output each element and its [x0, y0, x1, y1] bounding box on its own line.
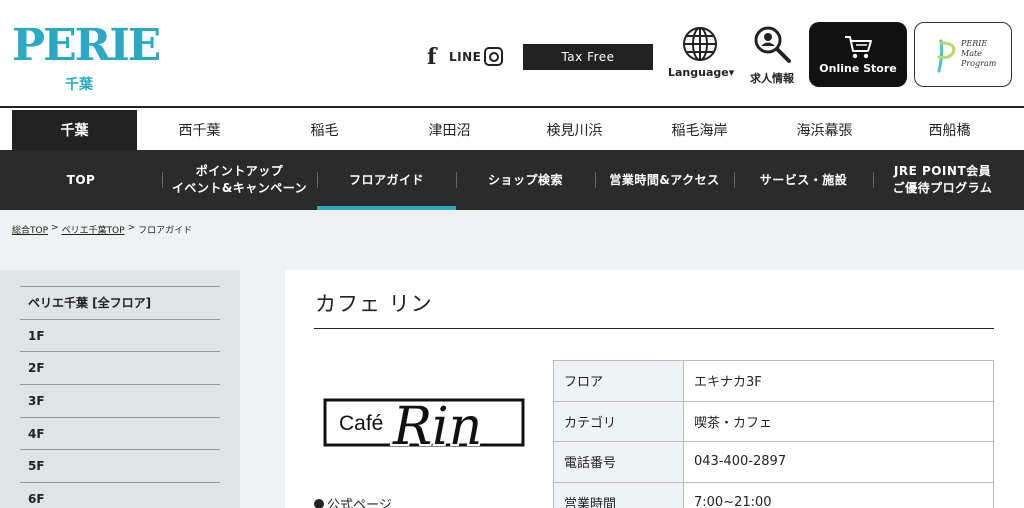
online-store-label: Online Store: [819, 62, 897, 75]
jobs-link[interactable]: 求人情報: [744, 24, 800, 88]
sidebar-item-all-floors[interactable]: ペリエ千葉 [全フロア]: [20, 286, 220, 319]
nav-services[interactable]: サービス・施設: [734, 150, 873, 210]
mate-logo-icon: [937, 39, 956, 73]
shop-logo-cafe: Café: [339, 412, 383, 435]
tab-nishi-chiba[interactable]: 西千葉: [137, 110, 262, 150]
page-title: カフェ リン: [315, 292, 433, 316]
table-row: カテゴリ 喫茶・カフェ: [553, 400, 994, 442]
cart-icon: [845, 36, 872, 59]
nav-jre-point-label: JRE POINT会員 ご優待プログラム: [892, 164, 993, 195]
floor-list: ペリエ千葉 [全フロア] 1F 2F 3F 4F 5F 6F: [20, 286, 220, 508]
language-selector[interactable]: Language▾: [668, 26, 735, 86]
floor-label: フロア: [553, 360, 684, 402]
nav-hours-access-label: 営業時間&アクセス: [609, 172, 720, 187]
table-row: 電話番号 043-400-2897: [553, 441, 994, 483]
mate-program-label: PERIE Mate Program: [961, 39, 997, 68]
floor-sidebar: ペリエ千葉 [全フロア] 1F 2F 3F 4F 5F 6F: [0, 270, 240, 508]
shop-logo-rin: Rin: [392, 397, 482, 457]
official-page-link[interactable]: 公式ページ: [314, 494, 392, 508]
shop-info-table: フロア エキナカ3F カテゴリ 喫茶・カフェ 電話番号 043-400-2897…: [553, 360, 994, 508]
title-divider: [314, 328, 994, 329]
breadcrumb: 総合TOP > ペリエ千葉TOP > フロアガイド: [12, 223, 192, 236]
mate-program-button[interactable]: PERIE Mate Program: [914, 22, 1012, 87]
sidebar-item-2f[interactable]: 2F: [20, 351, 220, 384]
floor-value: エキナカ3F: [683, 360, 994, 402]
hours-value: 7:00~21:00: [683, 481, 994, 508]
tab-inage-kaigan[interactable]: 稲毛海岸: [637, 110, 762, 150]
nav-services-label: サービス・施設: [759, 172, 848, 187]
nav-floor-guide-label: フロアガイド: [348, 172, 424, 187]
language-label: Language▾: [668, 66, 735, 79]
sidebar-item-6f[interactable]: 6F: [20, 482, 220, 508]
logo-text: PERIE: [12, 20, 161, 71]
sidebar-item-1f[interactable]: 1F: [20, 318, 220, 352]
site-header: PERIE 千葉 f LINE Tax Free Language▾ 求人情報: [0, 0, 1024, 108]
breadcrumb-separator: >: [51, 223, 59, 233]
category-label: カテゴリ: [553, 400, 684, 442]
sidebar-item-3f[interactable]: 3F: [20, 384, 220, 417]
nav-hours-access[interactable]: 営業時間&アクセス: [595, 150, 734, 210]
tax-free-button[interactable]: Tax Free: [523, 44, 653, 70]
phone-value: 043-400-2897: [683, 441, 994, 483]
shop-detail: カフェ リン Café Rin 公式ページ フロア エキナカ3F カテゴリ 喫茶…: [285, 270, 1024, 508]
table-row: フロア エキナカ3F: [553, 360, 994, 402]
nav-top[interactable]: TOP: [0, 150, 162, 210]
jobs-label: 求人情報: [750, 72, 794, 85]
instagram-icon[interactable]: [484, 47, 503, 66]
line-link[interactable]: LINE: [449, 50, 481, 64]
breadcrumb-perie-chiba[interactable]: ペリエ千葉TOP: [62, 223, 125, 236]
facebook-icon[interactable]: f: [427, 46, 436, 68]
nav-jre-point[interactable]: JRE POINT会員 ご優待プログラム: [873, 150, 1012, 210]
nav-floor-guide[interactable]: フロアガイド: [317, 150, 456, 210]
official-page-label: 公式ページ: [327, 498, 392, 508]
phone-label: 電話番号: [553, 441, 684, 483]
table-row: 営業時間 7:00~21:00: [553, 481, 994, 508]
category-value: 喫茶・カフェ: [683, 400, 994, 442]
breadcrumb-separator: >: [127, 223, 136, 233]
hours-label: 営業時間: [553, 481, 684, 508]
main-nav: TOP ポイントアップ イベント&キャンペーン フロアガイド ショップ検索 営業…: [0, 150, 1024, 210]
tab-chiba[interactable]: 千葉: [12, 110, 137, 150]
bullet-icon: [314, 498, 324, 508]
nav-events-label: ポイントアップ イベント&キャンペーン: [171, 164, 308, 195]
breadcrumb-home[interactable]: 総合TOP: [12, 223, 48, 236]
shop-logo: Café Rin: [323, 395, 525, 459]
sidebar-item-5f[interactable]: 5F: [20, 449, 220, 482]
nav-shop-search[interactable]: ショップ検索: [456, 150, 595, 210]
nav-events[interactable]: ポイントアップ イベント&キャンペーン: [162, 150, 317, 210]
sidebar-item-4f[interactable]: 4F: [20, 416, 220, 450]
logo-location: 千葉: [65, 77, 93, 93]
tab-inage[interactable]: 稲毛: [262, 110, 387, 150]
tab-kemigawahama[interactable]: 検見川浜: [512, 110, 637, 150]
tab-kaihin-makuhari[interactable]: 海浜幕張: [762, 110, 887, 150]
perie-chiba-logo[interactable]: PERIE 千葉: [10, 20, 161, 93]
globe-icon: [683, 27, 717, 61]
nav-top-label: TOP: [66, 172, 96, 187]
search-icon: [754, 26, 791, 63]
tab-tsudanuma[interactable]: 津田沼: [387, 110, 512, 150]
breadcrumb-current: フロアガイド: [138, 226, 193, 236]
nav-shop-search-label: ショップ検索: [487, 172, 563, 187]
location-tabs: 千葉 西千葉 稲毛 津田沼 検見川浜 稲毛海岸 海浜幕張 西船橋: [12, 110, 1024, 150]
tab-nishi-funabashi[interactable]: 西船橋: [887, 110, 1012, 150]
online-store-button[interactable]: Online Store: [809, 22, 907, 87]
